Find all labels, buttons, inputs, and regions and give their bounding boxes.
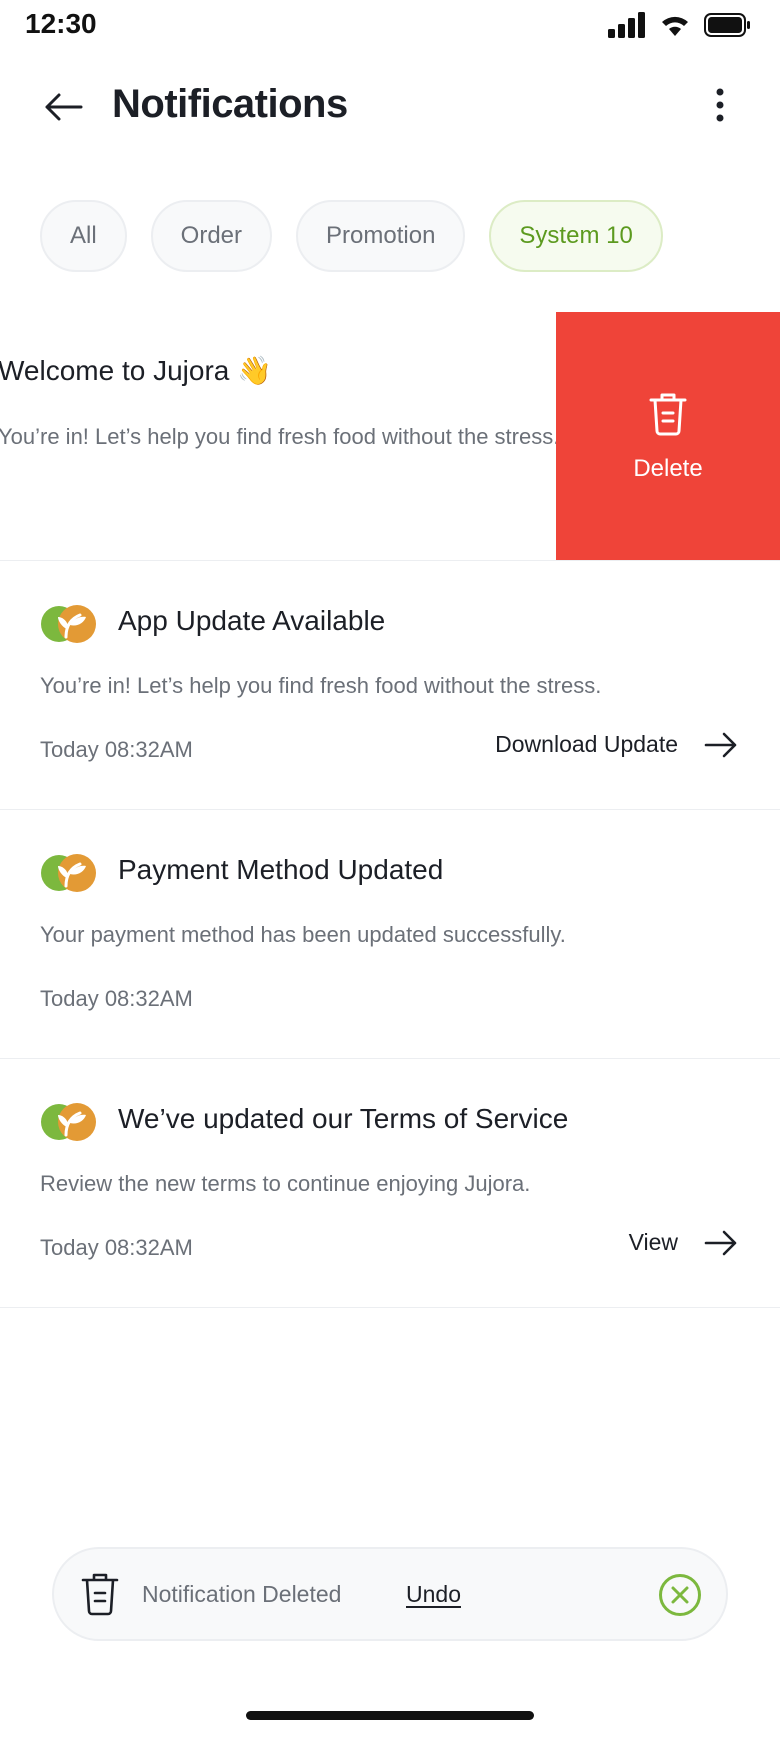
notification-time: Today 08:32AM	[40, 1235, 193, 1260]
more-options-button[interactable]	[700, 80, 740, 130]
status-bar: 12:30	[0, 0, 780, 50]
tab-promotion[interactable]: Promotion	[296, 200, 466, 272]
filter-tabs: All Order Promotion System 10	[40, 200, 663, 272]
signal-icon	[608, 12, 645, 38]
back-arrow-icon	[45, 93, 83, 121]
download-update-link[interactable]: Download Update	[495, 731, 738, 758]
deleted-toast: Notification Deleted Undo	[52, 1547, 728, 1641]
view-link[interactable]: View	[629, 1229, 738, 1256]
notification-time: Today 08:32AM	[40, 737, 193, 762]
page-title: Notifications	[112, 82, 348, 126]
tab-all[interactable]: All	[40, 200, 127, 272]
tab-system[interactable]: System 10	[489, 200, 663, 272]
action-label: Download Update	[495, 731, 678, 757]
notification-body: Your payment method has been updated suc…	[40, 922, 566, 947]
jujora-logo-icon	[41, 854, 96, 892]
delete-label: Delete	[633, 454, 703, 482]
notification-item[interactable]: Payment Method Updated Your payment meth…	[0, 810, 780, 1059]
status-icons	[608, 12, 750, 38]
tab-order[interactable]: Order	[150, 200, 273, 272]
close-circle-icon[interactable]	[658, 1573, 702, 1617]
notification-title: We’ve updated our Terms of Service	[118, 1103, 569, 1134]
notification-title: App Update Available	[118, 605, 386, 636]
notification-body: You’re in! Let’s help you find fresh foo…	[0, 424, 560, 449]
notification-title: Payment Method Updated	[118, 854, 444, 885]
wifi-icon	[662, 16, 688, 36]
delete-button[interactable]: Delete	[556, 312, 780, 560]
notification-time: Today 08:32AM	[40, 986, 193, 1011]
back-button[interactable]	[38, 82, 88, 132]
swiped-notification[interactable]: Welcome to Jujora 👋 You’re in! Let’s hel…	[0, 312, 780, 561]
notification-item[interactable]: We’ve updated our Terms of Service Revie…	[0, 1059, 780, 1308]
trash-icon	[649, 393, 687, 435]
notification-title: Welcome to Jujora 👋	[0, 355, 272, 386]
notification-body: Review the new terms to continue enjoyin…	[40, 1171, 531, 1196]
battery-icon	[704, 13, 750, 37]
arrow-right-icon	[704, 1230, 737, 1255]
status-time: 12:30	[25, 8, 97, 39]
jujora-logo-icon	[41, 605, 96, 643]
header: Notifications	[0, 60, 780, 150]
undo-button[interactable]: Undo	[406, 1581, 461, 1608]
jujora-logo-icon	[41, 1103, 96, 1141]
notification-body: You’re in! Let’s help you find fresh foo…	[40, 673, 602, 698]
toast-message: Notification Deleted	[142, 1581, 342, 1607]
notification-item[interactable]: App Update Available You’re in! Let’s he…	[0, 561, 780, 810]
home-indicator	[246, 1711, 534, 1720]
arrow-right-icon	[704, 732, 737, 757]
more-vertical-icon	[716, 88, 724, 122]
action-label: View	[628, 1229, 678, 1255]
trash-icon	[81, 1573, 119, 1616]
